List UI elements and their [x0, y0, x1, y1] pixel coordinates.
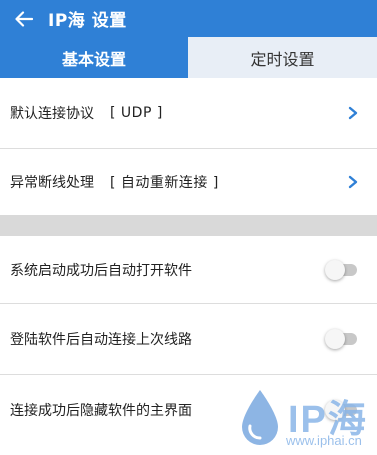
tab-basic-settings[interactable]: 基本设置: [0, 37, 188, 78]
back-button[interactable]: [0, 0, 48, 37]
toggle-label-hide-main: 连接成功后隐藏软件的主界面: [10, 403, 192, 419]
setting-value-protocol: [ UDP ]: [110, 105, 163, 121]
toggle-row-auto-launch: 系统启动成功后自动打开软件: [0, 236, 377, 303]
tab-schedule-settings[interactable]: 定时设置: [188, 37, 377, 78]
title-bar: IP海 设置: [0, 0, 377, 37]
watermark: IP海 www.iphai.cn: [238, 386, 374, 452]
watermark-url: www.iphai.cn: [286, 433, 362, 448]
setting-row-protocol[interactable]: 默认连接协议 [ UDP ]: [0, 78, 377, 148]
chevron-right-icon: [348, 175, 358, 189]
toggle-label-auto-launch: 系统启动成功后自动打开软件: [10, 262, 192, 279]
chevron-right-icon: [348, 106, 358, 120]
setting-label-disconnect: 异常断线处理: [10, 175, 94, 191]
auto-launch-switch[interactable]: [325, 259, 357, 280]
toggle-row-auto-connect: 登陆软件后自动连接上次线路: [0, 304, 377, 374]
setting-label-protocol: 默认连接协议: [10, 106, 94, 122]
page-title: IP海 设置: [48, 11, 127, 31]
water-drop-icon: [242, 390, 278, 445]
auto-connect-switch[interactable]: [325, 329, 357, 349]
switch-knob: [325, 259, 345, 280]
switch-knob: [325, 329, 345, 349]
section-separator: [0, 215, 377, 236]
arrow-left-icon: [15, 10, 33, 27]
setting-value-disconnect: [ 自动重新连接 ]: [110, 175, 219, 191]
tab-bar: 基本设置 定时设置: [0, 37, 377, 78]
toggle-label-auto-connect: 登陆软件后自动连接上次线路: [10, 332, 192, 348]
setting-row-disconnect[interactable]: 异常断线处理 [ 自动重新连接 ]: [0, 149, 377, 215]
